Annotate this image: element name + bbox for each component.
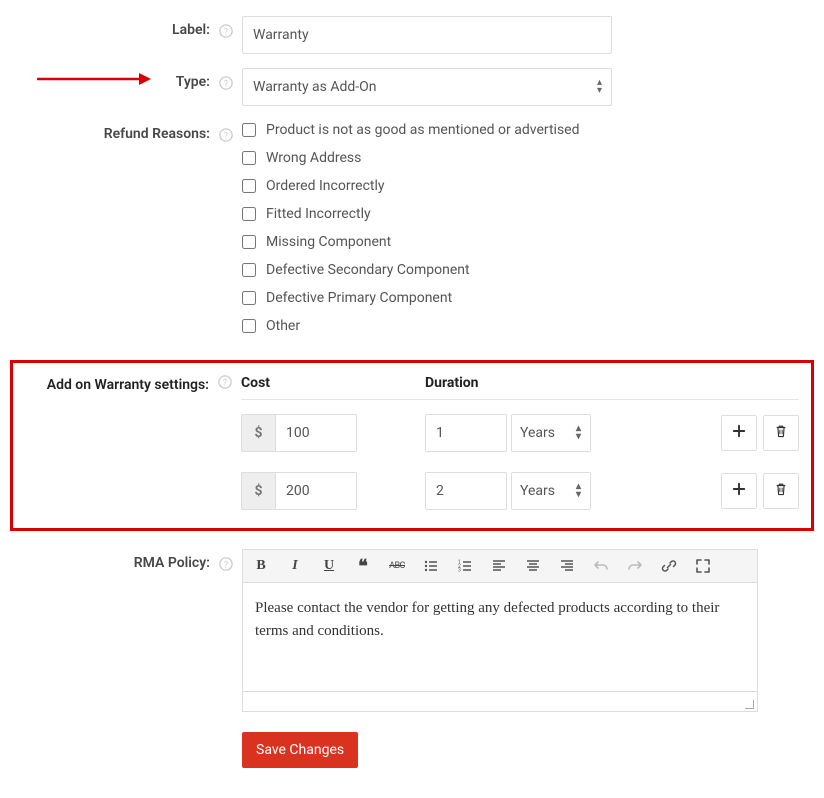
- svg-text:?: ?: [224, 561, 228, 571]
- bullet-list-icon: [423, 558, 439, 574]
- save-button[interactable]: Save Changes: [242, 732, 358, 768]
- align-right-button[interactable]: [557, 556, 577, 576]
- refund-reason-checkbox[interactable]: [242, 207, 256, 221]
- delete-row-button[interactable]: [763, 415, 799, 451]
- undo-icon: [593, 558, 609, 574]
- svg-text:?: ?: [223, 379, 227, 389]
- svg-text:3: 3: [458, 568, 461, 574]
- help-icon[interactable]: ?: [219, 24, 233, 38]
- strikethrough-button[interactable]: ABC: [387, 556, 407, 576]
- label-input[interactable]: [242, 16, 612, 54]
- label-label: Label:: [10, 16, 210, 38]
- svg-text:?: ?: [224, 80, 228, 90]
- help-icon[interactable]: ?: [219, 128, 233, 142]
- numbered-list-button[interactable]: 123: [455, 556, 475, 576]
- fullscreen-icon: [695, 558, 711, 574]
- refund-reason-label: Ordered Incorrectly: [266, 178, 385, 194]
- annotation-arrow: [33, 67, 153, 91]
- svg-text:?: ?: [224, 132, 228, 142]
- align-left-icon: [491, 558, 507, 574]
- refund-reason-item: Wrong Address: [242, 150, 814, 166]
- currency-symbol: $: [241, 472, 275, 510]
- refund-reason-checkbox[interactable]: [242, 235, 256, 249]
- help-icon[interactable]: ?: [219, 557, 233, 571]
- link-button[interactable]: [659, 556, 679, 576]
- redo-button[interactable]: [625, 556, 645, 576]
- refund-reason-item: Defective Primary Component: [242, 290, 814, 306]
- rma-editor-body[interactable]: Please contact the vendor for getting an…: [243, 583, 757, 691]
- rma-label: RMA Policy:: [10, 549, 210, 571]
- warranty-label: Add on Warranty settings:: [13, 367, 209, 393]
- bullet-list-button[interactable]: [421, 556, 441, 576]
- align-center-icon: [525, 558, 541, 574]
- refund-reason-label: Defective Secondary Component: [266, 262, 470, 278]
- refund-reason-checkbox[interactable]: [242, 319, 256, 333]
- italic-button[interactable]: I: [285, 556, 305, 576]
- refund-reason-checkbox[interactable]: [242, 179, 256, 193]
- rma-editor: B I U ❝ ABC 123: [242, 549, 758, 712]
- align-left-button[interactable]: [489, 556, 509, 576]
- refund-reason-label: Wrong Address: [266, 150, 361, 166]
- refund-reason-item: Defective Secondary Component: [242, 262, 814, 278]
- underline-button[interactable]: U: [319, 556, 339, 576]
- help-icon[interactable]: ?: [219, 76, 233, 90]
- refund-reason-label: Other: [266, 318, 300, 334]
- link-icon: [661, 558, 677, 574]
- undo-button[interactable]: [591, 556, 611, 576]
- help-icon[interactable]: ?: [218, 375, 232, 389]
- refund-reason-item: Fitted Incorrectly: [242, 206, 814, 222]
- refund-reason-item: Product is not as good as mentioned or a…: [242, 122, 814, 138]
- refund-reason-checkbox[interactable]: [242, 263, 256, 277]
- bold-button[interactable]: B: [251, 556, 271, 576]
- refund-reason-item: Ordered Incorrectly: [242, 178, 814, 194]
- add-row-button[interactable]: [721, 473, 757, 509]
- resize-handle-icon[interactable]: [743, 698, 755, 710]
- cost-input[interactable]: [275, 414, 357, 452]
- align-center-button[interactable]: [523, 556, 543, 576]
- warranty-row: $ Years: [241, 456, 799, 514]
- fullscreen-button[interactable]: [693, 556, 713, 576]
- cost-input[interactable]: [275, 472, 357, 510]
- warranty-settings-highlight: Add on Warranty settings: ? Cost Duratio…: [10, 360, 814, 531]
- refund-reason-checkbox[interactable]: [242, 291, 256, 305]
- blockquote-button[interactable]: ❝: [353, 556, 373, 576]
- cost-header: Cost: [241, 375, 425, 391]
- duration-header: Duration: [425, 375, 705, 391]
- currency-symbol: $: [241, 414, 275, 452]
- add-row-button[interactable]: [721, 415, 757, 451]
- editor-toolbar: B I U ❝ ABC 123: [243, 550, 757, 583]
- refund-reason-item: Other: [242, 318, 814, 334]
- type-select[interactable]: Warranty as Add-On: [242, 68, 612, 106]
- duration-input[interactable]: [425, 472, 507, 510]
- refund-reason-label: Fitted Incorrectly: [266, 206, 371, 222]
- trash-icon: [774, 424, 788, 442]
- warranty-row: $ Years: [241, 400, 799, 456]
- redo-icon: [627, 558, 643, 574]
- svg-text:?: ?: [224, 28, 228, 38]
- warranty-table-header: Cost Duration: [241, 367, 799, 400]
- refund-reason-label: Product is not as good as mentioned or a…: [266, 122, 579, 138]
- refund-reason-label: Missing Component: [266, 234, 391, 250]
- refund-reason-checkbox[interactable]: [242, 123, 256, 137]
- refund-label: Refund Reasons:: [10, 120, 210, 142]
- trash-icon: [774, 482, 788, 500]
- duration-input[interactable]: [425, 414, 507, 452]
- delete-row-button[interactable]: [763, 473, 799, 509]
- numbered-list-icon: 123: [457, 558, 473, 574]
- refund-reason-checkbox[interactable]: [242, 151, 256, 165]
- refund-reason-label: Defective Primary Component: [266, 290, 452, 306]
- editor-statusbar: [243, 691, 757, 711]
- duration-unit-select[interactable]: Years: [511, 472, 591, 510]
- plus-icon: [732, 424, 746, 442]
- duration-unit-select[interactable]: Years: [511, 414, 591, 452]
- refund-reason-item: Missing Component: [242, 234, 814, 250]
- plus-icon: [732, 482, 746, 500]
- align-right-icon: [559, 558, 575, 574]
